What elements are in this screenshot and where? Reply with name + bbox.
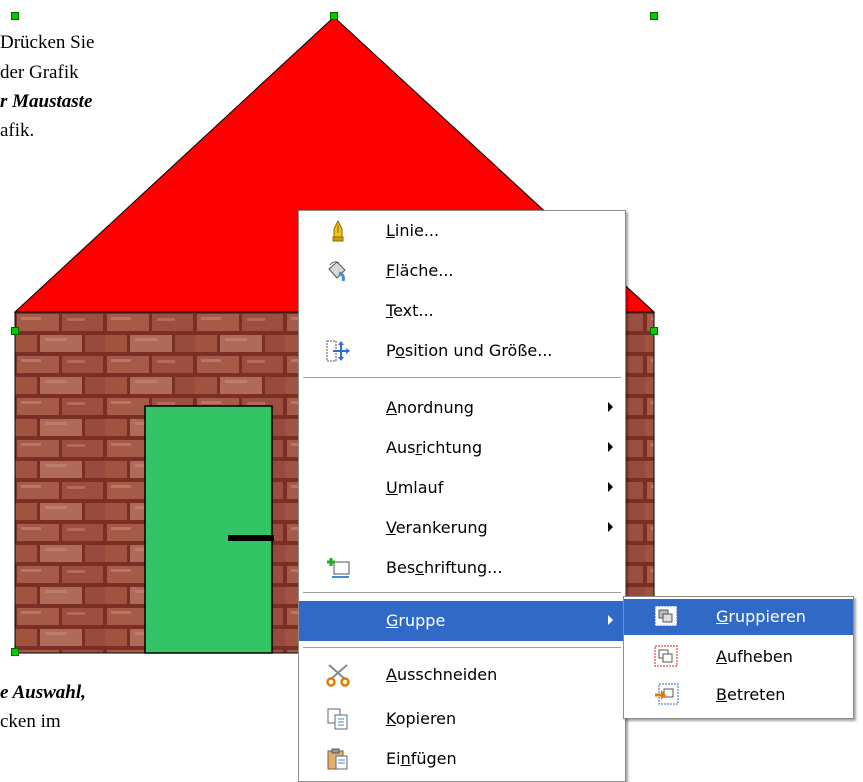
- position-size-icon: [325, 339, 351, 363]
- submenu-item-gruppieren[interactable]: Gruppieren: [624, 599, 853, 635]
- caption-icon: [325, 556, 351, 580]
- menu-label-post: ext...: [393, 301, 434, 320]
- selection-handle-top-right[interactable]: [650, 12, 658, 20]
- submenu-item-aufheben[interactable]: Aufheben: [624, 639, 853, 675]
- submenu-arrow-icon: [608, 402, 613, 412]
- pen-icon: [325, 219, 351, 243]
- menu-separator: [303, 647, 621, 648]
- menu-label-key: o: [395, 341, 405, 360]
- submenu-arrow-icon: [608, 442, 613, 452]
- menu-label-post: inie...: [394, 221, 440, 240]
- selection-handle-middle-left[interactable]: [11, 327, 19, 335]
- menu-item-kopieren[interactable]: Kopieren: [299, 699, 625, 739]
- menu-label-key: F: [386, 261, 396, 280]
- selection-handle-middle-right[interactable]: [650, 327, 658, 335]
- menu-item-ausrichtung[interactable]: Ausrichtung: [299, 428, 625, 468]
- submenu-item-betreten[interactable]: Betreten: [624, 677, 853, 713]
- menu-item-verankerung[interactable]: Verankerung: [299, 508, 625, 548]
- menu-label-post: hriftung...: [423, 558, 503, 577]
- menu-label-key: T: [386, 301, 394, 320]
- menu-item-anordnung[interactable]: Anordnung: [299, 388, 625, 428]
- menu-item-einfuegen[interactable]: Einfügen: [299, 739, 625, 779]
- menu-label-post: opieren: [395, 709, 457, 728]
- context-menu: Linie... Fläche... Text... Position und …: [298, 210, 626, 782]
- door-handle: [228, 535, 274, 541]
- house-door: [144, 405, 273, 654]
- selection-handle-top-left[interactable]: [11, 12, 19, 20]
- menu-label-post: ufheben: [726, 647, 793, 666]
- menu-label-pre: Ei: [386, 749, 401, 768]
- menu-label-post: usschneiden: [396, 665, 498, 684]
- selection-handle-bottom-left[interactable]: [11, 648, 19, 656]
- menu-label-key: L: [386, 221, 395, 240]
- menu-item-gruppe[interactable]: Gruppe: [299, 601, 625, 641]
- menu-item-umlauf[interactable]: Umlauf: [299, 468, 625, 508]
- selection-handle-top-center[interactable]: [330, 12, 338, 20]
- menu-label-post: nordnung: [396, 398, 474, 417]
- menu-label-post: mlauf: [397, 478, 444, 497]
- menu-label-post: läche...: [395, 261, 454, 280]
- paste-icon: [325, 747, 351, 771]
- menu-label-key: A: [716, 647, 727, 666]
- menu-item-ausschneiden[interactable]: Ausschneiden: [299, 655, 625, 695]
- menu-label-post: ruppieren: [728, 607, 806, 626]
- paint-bucket-icon: [325, 259, 351, 283]
- menu-label-post: ichtung: [422, 438, 483, 457]
- menu-label-key: A: [386, 398, 397, 417]
- menu-label-key: V: [386, 518, 396, 537]
- submenu-arrow-icon: [608, 615, 613, 625]
- menu-label-post: etreten: [726, 685, 786, 704]
- menu-item-flaeche[interactable]: Fläche...: [299, 251, 625, 291]
- menu-item-position-groesse[interactable]: Position und Größe...: [299, 331, 625, 371]
- copy-icon: [325, 707, 351, 731]
- enter-group-icon: [654, 683, 680, 707]
- menu-label-key: G: [386, 611, 399, 630]
- menu-label-post: fügen: [410, 749, 457, 768]
- menu-label-key: G: [716, 607, 729, 626]
- menu-label-post: erankerung: [395, 518, 488, 537]
- group-submenu: Gruppieren Aufheben Betreten: [623, 596, 854, 719]
- menu-label-pre: P: [386, 341, 396, 360]
- menu-label-key: r: [415, 438, 422, 457]
- menu-label-key: n: [400, 749, 411, 768]
- group-icon: [654, 605, 680, 629]
- menu-item-text[interactable]: Text...: [299, 291, 625, 331]
- menu-label-key: c: [415, 558, 424, 577]
- menu-label-key: B: [716, 685, 727, 704]
- menu-label-key: K: [386, 709, 396, 728]
- menu-separator: [303, 377, 621, 378]
- scissors-icon: [325, 663, 351, 687]
- menu-label-key: A: [386, 665, 397, 684]
- menu-item-beschriftung[interactable]: Beschriftung...: [299, 548, 625, 588]
- menu-label-pre: Bes: [386, 558, 416, 577]
- ungroup-icon: [654, 645, 680, 669]
- menu-item-linie[interactable]: Linie...: [299, 211, 625, 251]
- menu-separator: [303, 592, 621, 593]
- submenu-arrow-icon: [608, 482, 613, 492]
- menu-label-post: sition und Größe...: [404, 341, 553, 360]
- menu-label-pre: Aus: [386, 438, 416, 457]
- menu-label-key: U: [386, 478, 398, 497]
- menu-label-post: ruppe: [398, 611, 446, 630]
- submenu-arrow-icon: [608, 522, 613, 532]
